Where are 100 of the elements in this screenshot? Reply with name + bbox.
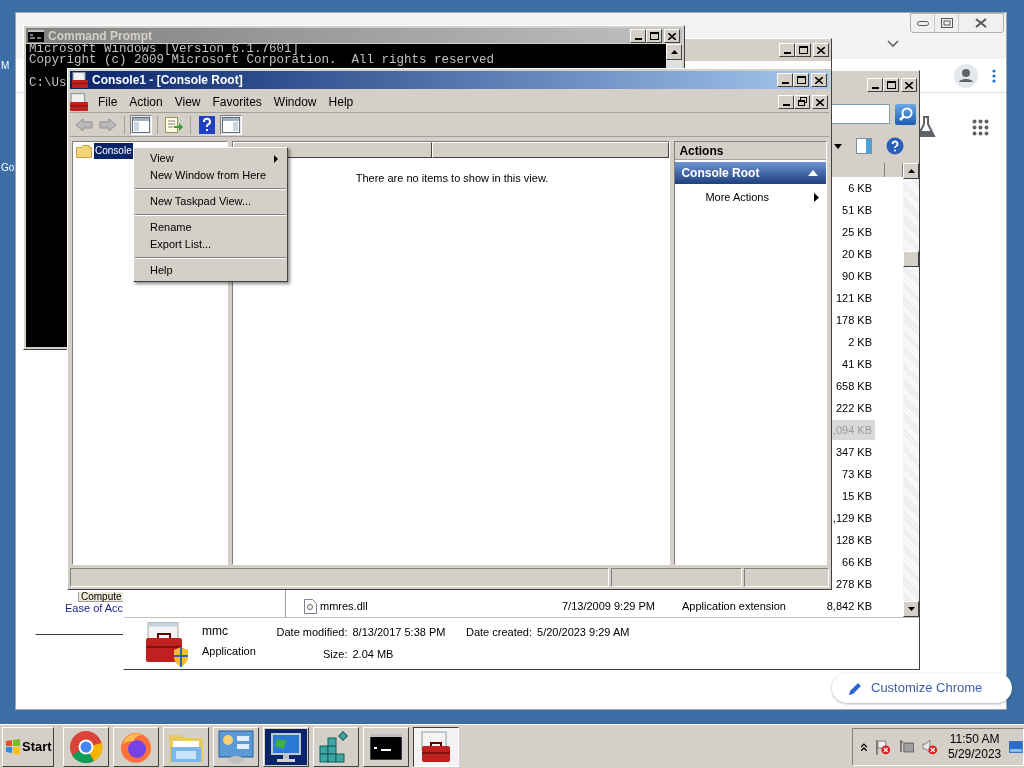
desktop-icon-label[interactable]: Go xyxy=(1,160,15,175)
menu-item[interactable]: Favorites xyxy=(206,92,268,111)
maximize-button[interactable] xyxy=(883,78,899,92)
file-name: mmc xyxy=(202,623,229,640)
file-type: Application xyxy=(202,644,256,659)
clock-date[interactable]: 5/29/2023 xyxy=(947,746,1002,762)
field-value: 8/13/2017 5:38 PM xyxy=(352,625,447,640)
show-hide-tree-button[interactable] xyxy=(130,114,152,135)
menu-item[interactable]: View xyxy=(134,150,287,167)
menu-item[interactable]: New Taskpad View... xyxy=(134,193,287,210)
table-cell-text: 7/13/2009 9:29 PM xyxy=(561,598,656,614)
scroll-up-button[interactable] xyxy=(666,44,682,60)
table-cell-text: 178 KB xyxy=(834,313,873,328)
table-cell-text: 90 KB xyxy=(841,269,873,284)
field-label: Date modified: xyxy=(275,625,348,640)
up-arrow-icon[interactable] xyxy=(907,169,915,173)
network-icon[interactable] xyxy=(898,738,915,755)
close-button[interactable] xyxy=(664,28,680,43)
speaker-muted-icon[interactable] xyxy=(922,738,938,755)
toolbox-icon xyxy=(420,730,452,763)
menu-item[interactable]: Export List... xyxy=(134,236,287,253)
restore-icon xyxy=(940,18,953,28)
menu-item[interactable]: Action xyxy=(123,92,169,111)
table-cell-text: 51 KB xyxy=(841,203,873,218)
clock-time[interactable]: 11:50 AM xyxy=(949,731,1000,747)
close-icon xyxy=(815,77,823,84)
console-line: Copyright (c) 2009 Microsoft Corporation. All rights reserved xyxy=(29,55,495,66)
windows-logo-icon xyxy=(5,738,21,755)
table-cell-text: 121 KB xyxy=(834,291,873,306)
table-cell-text: 278 KB xyxy=(834,577,873,592)
scrollbar[interactable] xyxy=(903,163,919,617)
menu-item[interactable]: Help xyxy=(134,262,287,279)
help-icon[interactable] xyxy=(886,137,904,155)
table-cell: ,094 KB xyxy=(830,420,875,440)
down-arrow-icon[interactable] xyxy=(907,607,915,611)
close-icon xyxy=(816,98,824,106)
file-name[interactable]: mmres.dll xyxy=(320,597,368,615)
maximize-button[interactable] xyxy=(646,28,662,43)
table-cell-text: 41 KB xyxy=(841,357,873,372)
maximize-button[interactable] xyxy=(795,43,811,57)
more-options-icon[interactable] xyxy=(992,68,996,83)
table-cell-text: 15 KB xyxy=(841,489,873,504)
chevron-down-icon[interactable] xyxy=(887,40,899,48)
column-header[interactable] xyxy=(431,142,670,158)
maximize-button[interactable] xyxy=(793,73,809,87)
empty-message: There are no items to show in this view. xyxy=(355,171,549,186)
close-icon xyxy=(668,32,676,40)
avatar-icon[interactable] xyxy=(954,63,978,88)
section-header[interactable]: Console Root xyxy=(675,162,826,184)
submenu-arrow-icon xyxy=(814,192,819,202)
action-item[interactable]: More Actions xyxy=(675,186,826,208)
window-title: Command Prompt xyxy=(48,27,152,43)
help-button[interactable] xyxy=(196,114,218,135)
flag-error-icon[interactable] xyxy=(874,738,891,755)
pencil-icon xyxy=(849,681,862,695)
minimize-icon xyxy=(781,82,789,84)
field-label: Size: xyxy=(322,646,348,662)
table-cell-text: 73 KB xyxy=(841,467,873,482)
close-button[interactable] xyxy=(811,73,827,87)
show-desktop-icon[interactable] xyxy=(1009,740,1023,753)
menu-item[interactable]: New Window from Here xyxy=(134,167,287,184)
maximize-icon xyxy=(798,46,808,54)
close-button[interactable] xyxy=(813,43,829,57)
menu-item[interactable]: Help xyxy=(322,92,360,111)
close-button[interactable] xyxy=(812,94,828,109)
console-icon xyxy=(28,29,44,42)
search-button[interactable] xyxy=(895,103,916,125)
customize-chrome-button[interactable]: Customize Chrome xyxy=(832,673,1012,703)
export-list-button[interactable] xyxy=(163,114,185,135)
search-field[interactable] xyxy=(830,104,890,124)
close-icon xyxy=(905,82,913,89)
table-cell-text: 66 KB xyxy=(841,555,873,570)
search-icon xyxy=(898,107,913,121)
table-cell-text: 222 KB xyxy=(834,401,873,416)
console-icon xyxy=(370,733,402,760)
dropdown-caret-icon[interactable] xyxy=(834,143,842,149)
control-panel-icon xyxy=(218,729,254,764)
taskbar-button[interactable] xyxy=(413,726,459,767)
show-hide-action-pane-button[interactable] xyxy=(220,114,242,135)
apps-grid-icon[interactable] xyxy=(972,118,989,136)
start-button[interactable]: Start xyxy=(2,726,54,767)
preview-pane-icon[interactable] xyxy=(856,138,872,154)
maximize-icon xyxy=(649,31,659,40)
menu-item[interactable]: Window xyxy=(267,92,323,111)
pane-header: Actions xyxy=(675,142,826,160)
menu-item[interactable]: View xyxy=(168,92,207,111)
menu-item[interactable]: Rename xyxy=(134,219,287,236)
table-cell-text: 25 KB xyxy=(841,225,873,240)
menu-item[interactable]: File xyxy=(92,92,124,111)
scrollbar-thumb[interactable] xyxy=(903,251,919,267)
link[interactable]: Ease of Acc xyxy=(65,602,124,615)
minimize-icon xyxy=(916,20,929,26)
desktop-icon-label[interactable]: M xyxy=(1,58,10,73)
close-button[interactable] xyxy=(901,78,917,92)
maximize-icon xyxy=(796,76,806,84)
tree-item[interactable]: Console xyxy=(94,143,133,159)
minimize-icon xyxy=(871,87,879,89)
tab[interactable]: Compute xyxy=(78,592,124,602)
field-value: 2.04 MB xyxy=(352,646,395,662)
chevron-up-icon[interactable] xyxy=(861,742,867,751)
